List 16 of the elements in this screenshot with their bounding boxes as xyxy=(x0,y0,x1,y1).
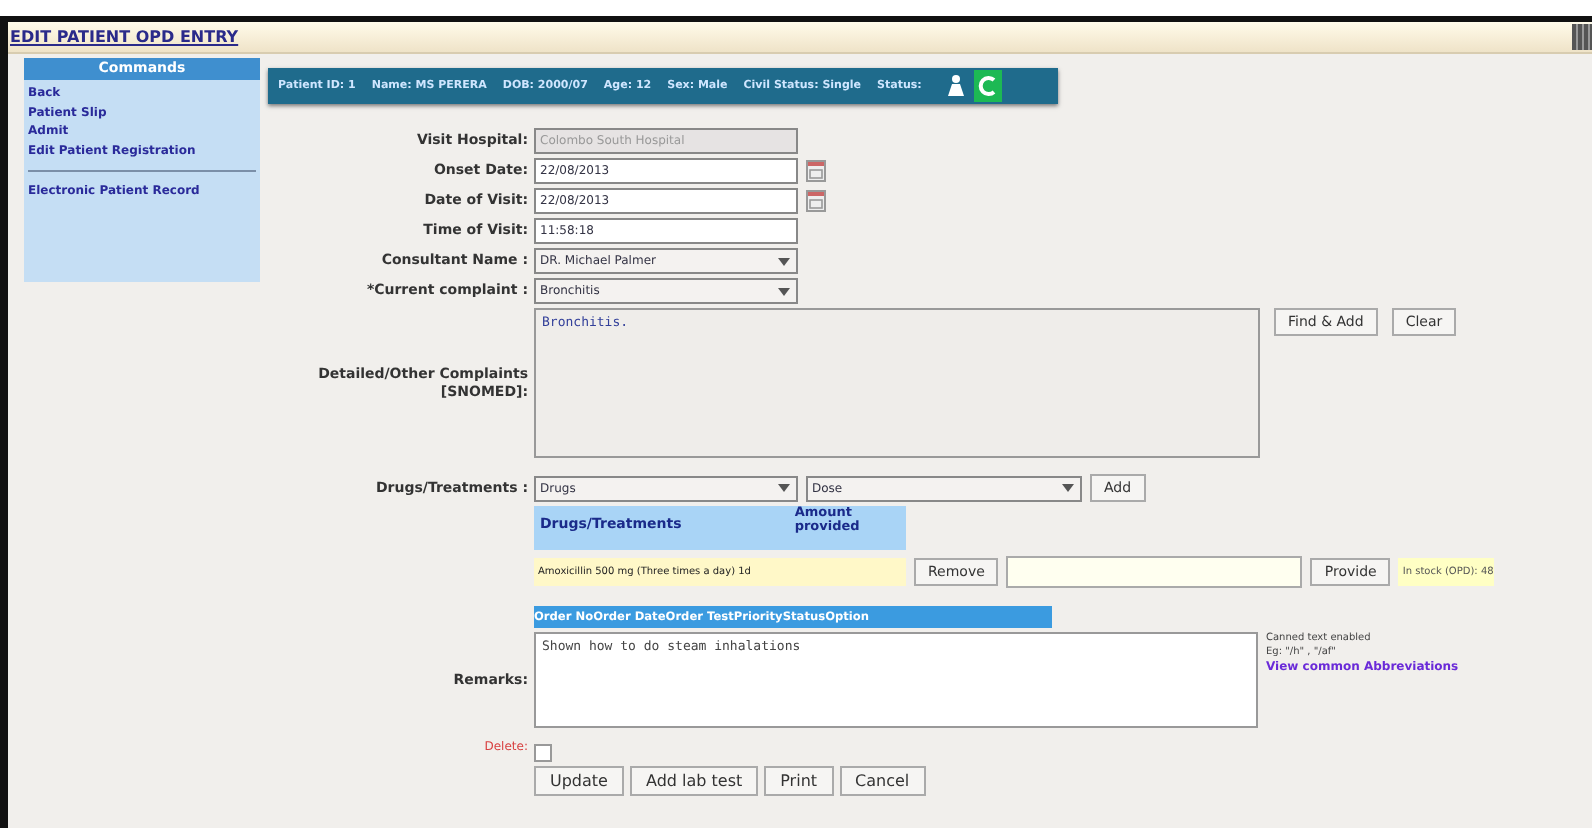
window-title: EDIT PATIENT OPD ENTRY xyxy=(8,28,239,46)
amount-field[interactable] xyxy=(1006,556,1303,588)
dropdown-caret-icon xyxy=(778,287,790,295)
refresh-icon[interactable] xyxy=(973,70,1002,102)
form-button[interactable]: Print xyxy=(764,766,834,796)
form-button[interactable]: Cancel xyxy=(839,766,926,796)
person-icon[interactable] xyxy=(945,74,966,98)
dropdown-caret-icon xyxy=(1062,484,1074,492)
dropdown-caret-icon xyxy=(778,257,790,265)
panel-icon[interactable] xyxy=(1572,24,1592,50)
form-button[interactable]: Update xyxy=(534,766,624,796)
dropdown-caret-icon xyxy=(778,484,790,492)
calendar-icon[interactable] xyxy=(806,160,826,182)
delete-checkbox[interactable] xyxy=(534,744,552,762)
form-button[interactable]: Add lab test xyxy=(629,766,759,796)
calendar-icon[interactable] xyxy=(806,190,826,212)
